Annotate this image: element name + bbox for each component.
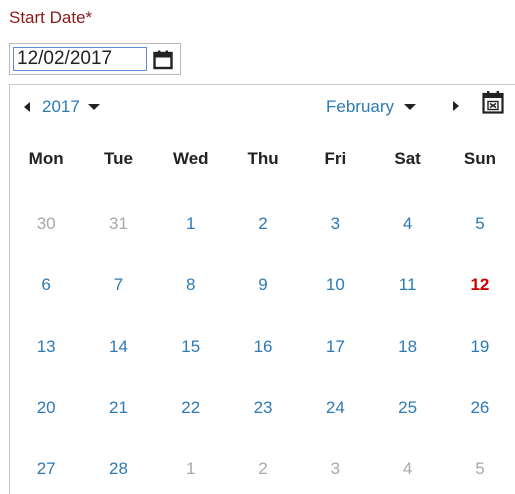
day-cell[interactable]: 17 bbox=[299, 336, 371, 358]
day-cell[interactable]: 3 bbox=[299, 458, 371, 480]
day-cell[interactable]: 21 bbox=[82, 397, 154, 419]
day-cell[interactable]: 25 bbox=[371, 397, 443, 419]
calendar-clear-icon[interactable] bbox=[482, 90, 504, 119]
month-selector[interactable]: February bbox=[326, 97, 417, 117]
day-cell[interactable]: 16 bbox=[227, 336, 299, 358]
day-cell[interactable]: 9 bbox=[227, 274, 299, 296]
day-cell[interactable]: 1 bbox=[155, 213, 227, 235]
calendar-icon[interactable] bbox=[150, 48, 176, 72]
week-row-3: 13 14 15 16 17 18 19 bbox=[10, 336, 515, 358]
day-cell[interactable]: 26 bbox=[444, 397, 515, 419]
day-cell[interactable]: 1 bbox=[155, 458, 227, 480]
week-row-4: 20 21 22 23 24 25 26 bbox=[10, 397, 515, 419]
year-selector[interactable]: 2017 bbox=[24, 97, 100, 117]
week-row-2: 6 7 8 9 10 11 12 bbox=[10, 274, 515, 296]
day-cell[interactable]: 18 bbox=[371, 336, 443, 358]
caret-right-icon[interactable] bbox=[453, 101, 459, 111]
day-cell[interactable]: 23 bbox=[227, 397, 299, 419]
day-cell[interactable]: 30 bbox=[10, 213, 82, 235]
day-cell[interactable]: 2 bbox=[227, 213, 299, 235]
day-cell[interactable]: 13 bbox=[10, 336, 82, 358]
weekday-tue: Tue bbox=[103, 149, 133, 168]
weekday-sun: Sun bbox=[463, 149, 496, 168]
start-date-input[interactable] bbox=[13, 47, 147, 71]
weekday-mon: Mon bbox=[28, 149, 64, 168]
day-cell[interactable]: 28 bbox=[82, 458, 154, 480]
day-cell[interactable]: 11 bbox=[371, 274, 443, 296]
year-label: 2017 bbox=[42, 97, 80, 116]
day-cell[interactable]: 15 bbox=[155, 336, 227, 358]
day-cell[interactable]: 12 bbox=[444, 274, 515, 296]
weekday-thu: Thu bbox=[247, 149, 279, 168]
day-cell[interactable]: 27 bbox=[10, 458, 82, 480]
month-label: February bbox=[326, 97, 395, 116]
weekday-fri: Fri bbox=[324, 149, 347, 168]
weekday-sat: Sat bbox=[394, 149, 421, 168]
week-row-1: 30 31 1 2 3 4 5 bbox=[10, 213, 515, 235]
day-cell[interactable]: 3 bbox=[299, 213, 371, 235]
caret-down-icon bbox=[404, 104, 417, 110]
day-cell[interactable]: 31 bbox=[82, 213, 154, 235]
day-cell[interactable]: 24 bbox=[299, 397, 371, 419]
day-cell[interactable]: 8 bbox=[155, 274, 227, 296]
day-cell[interactable]: 22 bbox=[155, 397, 227, 419]
caret-down-icon bbox=[87, 104, 100, 110]
day-cell[interactable]: 19 bbox=[444, 336, 515, 358]
weekday-header-row: Mon Tue Wed Thu Fri Sat Sun bbox=[10, 148, 515, 170]
day-cell[interactable]: 4 bbox=[371, 213, 443, 235]
day-cell[interactable]: 5 bbox=[444, 458, 515, 480]
start-date-label: Start Date* bbox=[9, 8, 93, 27]
day-cell[interactable]: 6 bbox=[10, 274, 82, 296]
day-cell[interactable]: 7 bbox=[82, 274, 154, 296]
day-cell[interactable]: 14 bbox=[82, 336, 154, 358]
caret-left-icon[interactable] bbox=[24, 102, 30, 112]
day-cell[interactable]: 4 bbox=[371, 458, 443, 480]
week-row-5: 27 28 1 2 3 4 5 bbox=[10, 458, 515, 480]
date-input-group bbox=[9, 43, 181, 75]
day-cell[interactable]: 10 bbox=[299, 274, 371, 296]
datepicker-popup: 2017 February Mon Tue Wed Thu Fri Sat Su… bbox=[9, 84, 515, 494]
day-cell[interactable]: 2 bbox=[227, 458, 299, 480]
day-cell[interactable]: 5 bbox=[444, 213, 515, 235]
day-cell[interactable]: 20 bbox=[10, 397, 82, 419]
weekday-wed: Wed bbox=[172, 149, 209, 168]
